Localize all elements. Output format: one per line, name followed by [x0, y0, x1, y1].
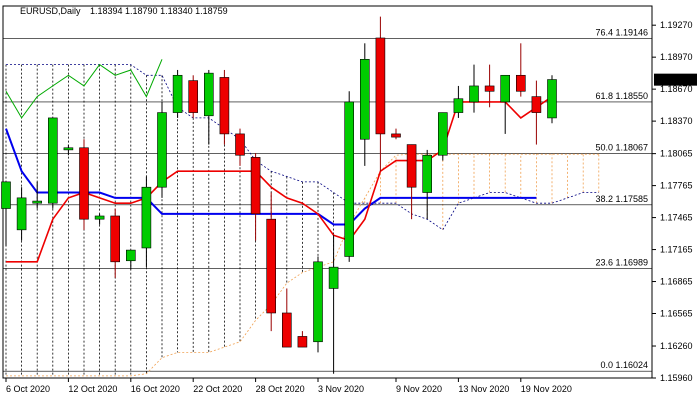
candle-body — [437, 112, 448, 156]
candle-body — [188, 80, 198, 113]
candle-body — [94, 215, 105, 220]
price-axis-label: 1.18970 — [660, 52, 693, 62]
chart-window: 76.4 1.19146 61.8 1.18550 50.0 1.18067 38.2… — [0, 0, 700, 400]
candle-body — [422, 154, 433, 193]
price-axis-label: 1.17165 — [660, 245, 693, 255]
candle-body — [484, 85, 495, 92]
date-axis-label: 22 Oct 2020 — [193, 384, 242, 394]
candle-body — [219, 77, 230, 135]
date-axis-label: 13 Nov 2020 — [458, 384, 509, 394]
date-axis-label: 28 Oct 2020 — [256, 384, 305, 394]
candle-body — [250, 157, 261, 215]
candle-body — [141, 186, 152, 249]
candle-body — [266, 218, 277, 314]
candle-body — [1, 181, 11, 209]
candle-body — [63, 147, 74, 151]
candle-body — [47, 117, 58, 204]
price-axis-label: 1.19270 — [660, 20, 693, 30]
chart-ohlc-label: 1.18394 1.18790 1.18340 1.18759 — [90, 6, 228, 16]
candle-body — [16, 197, 27, 231]
price-axis-label: 1.17465 — [660, 213, 693, 223]
price-axis-label: 1.16565 — [660, 309, 693, 319]
candle-body — [547, 79, 557, 119]
current-price-label: 1.18759 — [658, 75, 691, 85]
candle-body — [469, 85, 479, 103]
candle-body — [515, 74, 526, 92]
price-axis-label: 1.18370 — [660, 116, 693, 126]
price-chart: 76.4 1.19146 61.8 1.18550 50.0 1.18067 38.2… — [1, 5, 697, 394]
candle-body — [313, 261, 323, 343]
fib-level-label: 76.4 1.19146 — [595, 27, 648, 37]
candle-body — [297, 336, 308, 348]
date-axis-label: 3 Nov 2020 — [318, 384, 364, 394]
date-axis-label: 19 Nov 2020 — [521, 384, 572, 394]
price-axis-label: 1.17765 — [660, 181, 693, 191]
candle-body — [328, 266, 339, 289]
candle-body — [235, 133, 245, 156]
price-axis-label: 1.16260 — [660, 341, 693, 351]
candle-body — [344, 101, 355, 257]
fib-level-label: 23.6 1.16989 — [595, 257, 648, 267]
price-axis-label: 1.16865 — [660, 277, 693, 287]
candle-body — [172, 74, 183, 113]
candle-body — [204, 72, 214, 117]
candle-body — [531, 96, 542, 113]
candle-body — [126, 249, 136, 262]
fib-level-label: 38.2 1.17585 — [595, 194, 648, 204]
candle-body — [406, 144, 417, 188]
fib-level-label: 50.0 1.18067 — [595, 142, 648, 152]
date-axis-label: 6 Oct 2020 — [6, 384, 50, 394]
candle-body — [79, 147, 89, 220]
chart-symbol-label: EURUSD,Daily — [20, 6, 81, 16]
fib-level-label: 61.8 1.18550 — [595, 91, 648, 101]
price-axis-label: 1.15960 — [660, 373, 693, 383]
candle-body — [157, 112, 167, 188]
date-axis-label: 9 Nov 2020 — [396, 384, 442, 394]
date-axis-label: 16 Oct 2020 — [131, 384, 180, 394]
candle-body — [359, 58, 370, 140]
candle-body — [32, 200, 43, 204]
candle-body — [500, 74, 511, 103]
candle-body — [281, 312, 292, 348]
fib-level-label: 0.0 1.16024 — [600, 360, 648, 370]
candle-body — [453, 98, 464, 113]
candle-body — [391, 133, 401, 138]
price-axis-label: 1.18065 — [660, 149, 693, 159]
date-axis-label: 12 Oct 2020 — [68, 384, 117, 394]
candle-body — [110, 215, 120, 263]
candle-body — [375, 37, 386, 135]
